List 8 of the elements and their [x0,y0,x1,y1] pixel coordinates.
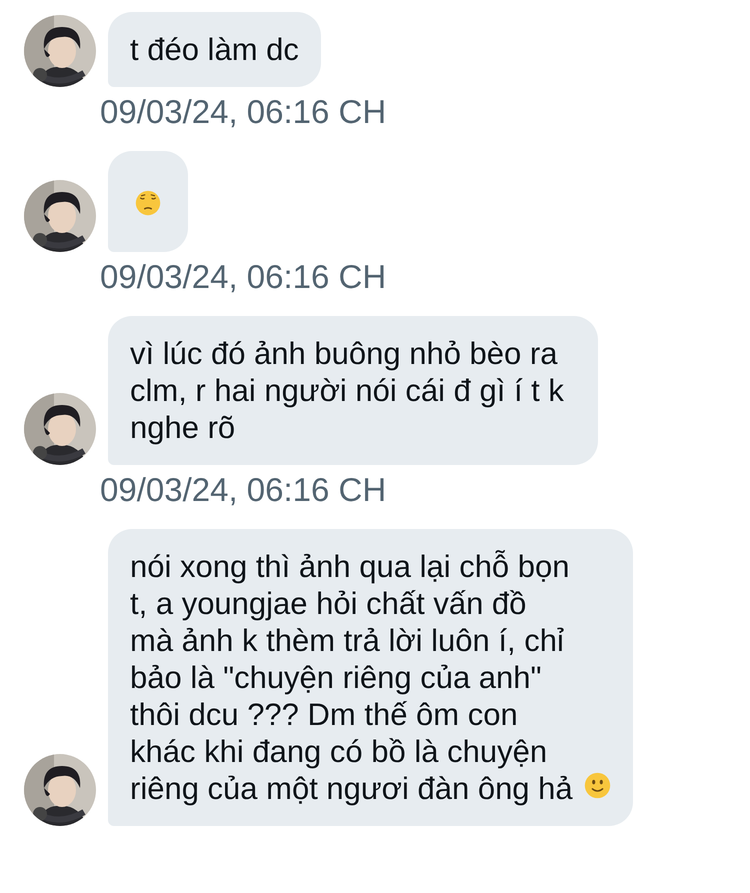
message-text: nói xong thì ảnh qua lại chỗ bọn t, a youngjae hỏi chất vấn đồ mà ảnh k thèm trả lời luôn í, chỉ bảo là "chuyện riêng của anh" thôi dcu ??? Dm thế ôm con khác khi đang có bồ là chuyện riêng của một ngươi đàn ông hả [130,548,574,807]
sad-face-icon [135,190,161,216]
timestamp: 09/03/24, 06:16 CH [100,260,386,294]
timestamp: 09/03/24, 06:16 CH [100,95,386,129]
timestamp: 09/03/24, 06:16 CH [100,473,386,507]
smiley-icon [584,772,611,799]
message-text: t đéo làm dc [130,32,299,67]
message-text: vì lúc đó ảnh buông nhỏ bèo ra clm, r hai người nói cái đ gì í t k nghe rõ [130,336,564,445]
